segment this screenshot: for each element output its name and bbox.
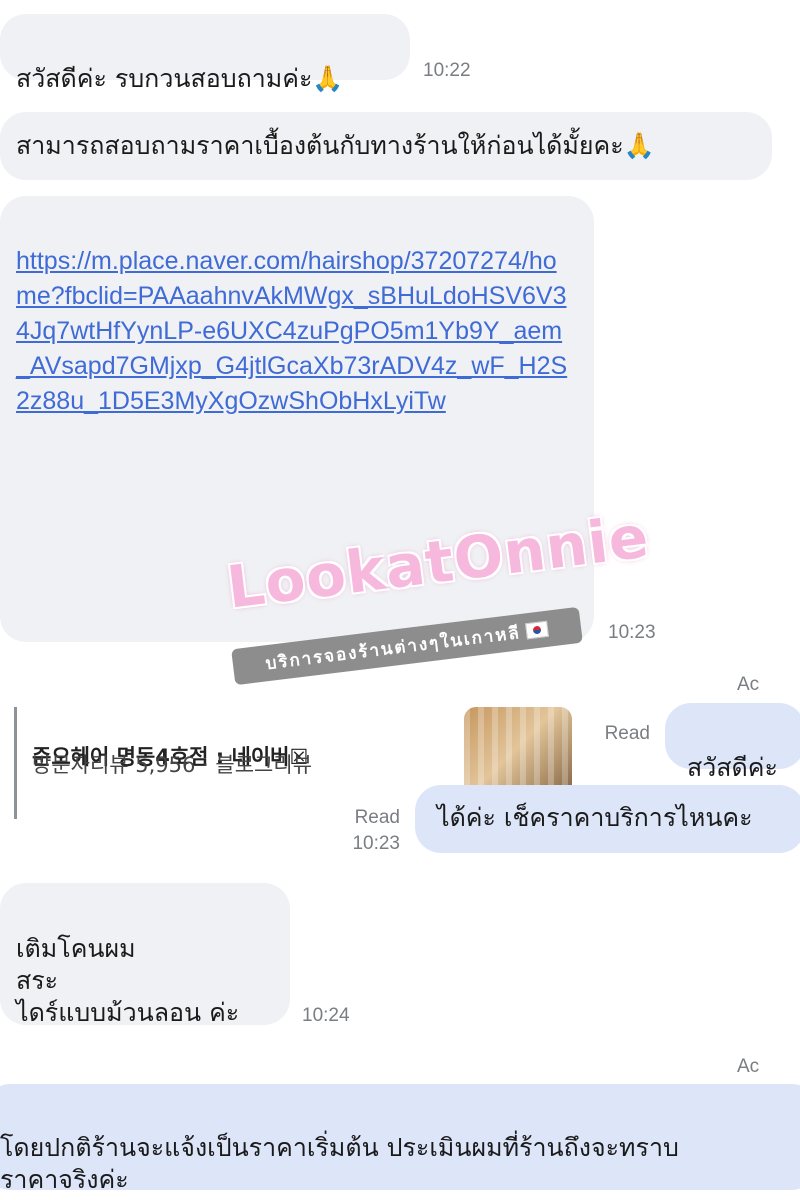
outgoing-message-greeting[interactable]: สวัสดีค่ะ <box>665 703 800 782</box>
preview-accent-bar <box>14 707 17 819</box>
message-time: 10:22 <box>423 60 471 81</box>
message-text: เติมโคนผม สระ ไดร์แบบม้วนลอน ค่ะ <box>16 934 240 1027</box>
outgoing-message-service-question[interactable]: ได้ค่ะ เช็คราคาบริการไหนคะ <box>415 785 800 853</box>
avatar-label-cut: Ac <box>737 1056 760 1077</box>
incoming-message-greeting[interactable]: สวัสดีค่ะ รบกวนสอบถามค่ะ🙏 <box>0 14 410 93</box>
avatar-label-cut: Ac <box>737 674 760 695</box>
message-text: สวัสดีค่ะ รบกวนสอบถามค่ะ🙏 <box>16 64 344 93</box>
outgoing-message-price-info[interactable]: โดยปกติร้านจะแจ้งเป็นราคาเริ่มต้น ประเมิ… <box>0 1084 800 1194</box>
message-time: 10:24 <box>302 1005 350 1026</box>
message-text: สามารถสอบถามราคาเบื้องต้นกับทางร้านให้ก่… <box>16 131 655 160</box>
naver-place-link[interactable]: https://m.place.naver.com/hairshop/37207… <box>16 244 576 419</box>
message-time: 10:23 <box>608 622 656 643</box>
korea-flag-icon <box>525 620 550 640</box>
read-receipt: Read <box>604 723 650 744</box>
message-text: ได้ค่ะ เช็คราคาบริการไหนคะ <box>437 803 753 832</box>
incoming-message-services[interactable]: เติมโคนผม สระ ไดร์แบบม้วนลอน ค่ะ <box>0 883 290 1027</box>
message-text: สวัสดีค่ะ <box>687 753 778 782</box>
incoming-message-price-question[interactable]: สามารถสอบถามราคาเบื้องต้นกับทางร้านให้ก่… <box>0 112 772 180</box>
message-time: 10:23 <box>352 833 400 854</box>
message-text: โดยปกติร้านจะแจ้งเป็นราคาเริ่มต้น ประเมิ… <box>0 1133 679 1194</box>
read-receipt: Read <box>354 807 400 828</box>
preview-subtitle: 방문자리뷰 5,956 · 블로그리뷰 <box>32 753 313 777</box>
